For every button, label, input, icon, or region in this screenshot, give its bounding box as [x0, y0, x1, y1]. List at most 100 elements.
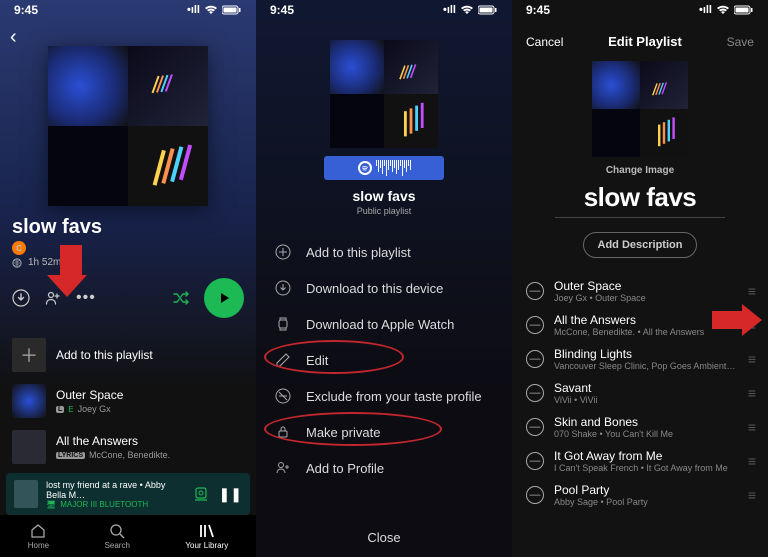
song-title: All the Answers: [554, 313, 738, 327]
option-download-device[interactable]: Download to this device: [256, 270, 512, 306]
close-button[interactable]: Close: [256, 530, 512, 545]
drag-handle-icon[interactable]: ≡: [748, 487, 754, 503]
nav-search[interactable]: Search: [105, 522, 130, 550]
plus-circle-icon: [274, 244, 292, 260]
song-subtitle: I Can't Speak French • It Got Away from …: [554, 463, 738, 473]
spotify-logo-icon: [358, 161, 372, 175]
minus-circle-icon: [274, 388, 292, 404]
home-icon: [29, 522, 47, 540]
change-image-button[interactable]: Change Image: [512, 165, 768, 176]
add-to-playlist-row[interactable]: ＋ Add to this playlist: [0, 332, 256, 378]
status-icons: •ıll: [187, 4, 242, 16]
status-bar: 9:45 •ıll: [512, 0, 768, 20]
drag-handle-icon[interactable]: ≡: [748, 419, 754, 435]
status-bar: 9:45 •ıll: [0, 0, 256, 20]
option-add-to-playlist[interactable]: Add to this playlist: [256, 234, 512, 270]
cancel-button[interactable]: Cancel: [526, 35, 563, 49]
song-row[interactable]: All the Answers LYRICS McCone, Benedikte.: [0, 424, 256, 470]
save-button[interactable]: Save: [727, 35, 754, 49]
song-title: Pool Party: [554, 483, 738, 497]
remove-icon[interactable]: —: [526, 282, 544, 300]
nav-home[interactable]: Home: [28, 522, 49, 550]
status-time: 9:45: [270, 3, 294, 17]
download-icon[interactable]: [12, 289, 30, 307]
option-add-to-profile[interactable]: Add to Profile: [256, 450, 512, 486]
lock-icon: [274, 424, 292, 440]
nav-library[interactable]: Your Library: [185, 522, 228, 550]
drag-handle-icon[interactable]: ≡: [748, 453, 754, 469]
input-underline: [555, 217, 725, 218]
drag-handle-icon[interactable]: ≡: [748, 283, 754, 299]
drag-handle-icon[interactable]: ≡: [748, 385, 754, 401]
spotify-code[interactable]: [324, 156, 444, 180]
playlist-title: slow favs: [12, 216, 256, 239]
playlist-duration-row: 1h 52m: [12, 257, 256, 268]
option-exclude-taste[interactable]: Exclude from your taste profile: [256, 378, 512, 414]
signal-icon: •ıll: [187, 4, 200, 16]
wifi-icon: [716, 5, 730, 15]
pencil-icon: [274, 352, 292, 368]
signal-icon: •ıll: [699, 4, 712, 16]
remove-icon[interactable]: —: [526, 384, 544, 402]
back-button[interactable]: ‹: [10, 26, 17, 49]
playlist-cover[interactable]: [592, 61, 688, 157]
remove-icon[interactable]: —: [526, 452, 544, 470]
song-row[interactable]: Outer Space LEJoey Gx: [0, 378, 256, 424]
status-time: 9:45: [526, 3, 550, 17]
playlist-subtitle: Public playlist: [256, 206, 512, 216]
add-description-button[interactable]: Add Description: [583, 232, 698, 258]
song-title: Skin and Bones: [554, 415, 738, 429]
devices-icon[interactable]: [193, 486, 209, 502]
playlist-cover[interactable]: [48, 46, 208, 206]
edit-header: Cancel Edit Playlist Save: [512, 20, 768, 49]
song-thumb: [12, 384, 46, 418]
annotation-arrow: [56, 245, 86, 295]
song-thumb: [12, 430, 46, 464]
edit-song-row[interactable]: —Outer SpaceJoey Gx • Outer Space≡: [512, 274, 768, 308]
song-title: Outer Space: [554, 279, 738, 293]
playlist-meta: C: [12, 241, 256, 255]
remove-icon[interactable]: —: [526, 486, 544, 504]
song-title: All the Answers: [56, 434, 170, 448]
person-plus-icon: [274, 460, 292, 476]
playlist-view-screen: 9:45 •ıll ‹ slow favs C 1h 52m: [0, 0, 256, 557]
wifi-icon: [460, 5, 474, 15]
song-subtitle: ViVii • ViVii: [554, 395, 738, 405]
watch-icon: [274, 316, 292, 332]
now-playing-bar[interactable]: lost my friend at a rave • Abby Bella M……: [6, 473, 250, 515]
song-title: It Got Away from Me: [554, 449, 738, 463]
option-edit[interactable]: Edit: [256, 342, 512, 378]
edit-playlist-screen: 9:45 •ıll Cancel Edit Playlist Save Chan…: [512, 0, 768, 557]
now-playing-title: lost my friend at a rave: [46, 480, 137, 490]
remove-icon[interactable]: —: [526, 418, 544, 436]
lyrics-badge: LYRICS: [56, 452, 85, 459]
edit-song-row[interactable]: — SavantViVii • ViVii ≡: [512, 376, 768, 410]
song-subtitle: Vancouver Sleep Clinic, Pop Goes Ambient…: [554, 361, 738, 371]
option-make-private[interactable]: Make private: [256, 414, 512, 450]
song-subtitle: 070 Shake • You Can't Kill Me: [554, 429, 738, 439]
status-icons: •ıll: [443, 4, 498, 16]
play-button[interactable]: [204, 278, 244, 318]
edit-song-row[interactable]: —Blinding LightsVancouver Sleep Clinic, …: [512, 342, 768, 376]
options-list: Add to this playlist Download to this de…: [256, 234, 512, 486]
song-title: Savant: [554, 381, 738, 395]
pause-button[interactable]: ❚❚: [219, 486, 242, 503]
edit-song-row[interactable]: — Skin and Bones070 Shake • You Can't Kil…: [512, 410, 768, 444]
status-time: 9:45: [14, 3, 38, 17]
edit-song-row[interactable]: — It Got Away from MeI Can't Speak French…: [512, 444, 768, 478]
creator-avatar[interactable]: C: [12, 241, 26, 255]
song-artist: McCone, Benedikte.: [89, 450, 170, 460]
remove-icon[interactable]: —: [526, 350, 544, 368]
now-playing-device: MAJOR III BLUETOOTH: [60, 500, 148, 509]
remove-icon[interactable]: —: [526, 316, 544, 334]
song-subtitle: McCone, Benedikte. • All the Answers: [554, 327, 738, 337]
bluetooth-icon: 🖥: [46, 500, 56, 509]
edit-song-row[interactable]: — Pool PartyAbby Sage • Pool Party ≡: [512, 478, 768, 512]
playlist-name-input[interactable]: slow favs: [512, 182, 768, 213]
annotation-arrow: [712, 305, 766, 335]
option-download-watch[interactable]: Download to Apple Watch: [256, 306, 512, 342]
drag-handle-icon[interactable]: ≡: [748, 351, 754, 367]
shuffle-icon[interactable]: [172, 289, 190, 307]
playlist-options-screen: 9:45 •ıll slow favs Public playlist Add …: [256, 0, 512, 557]
song-subtitle: Abby Sage • Pool Party: [554, 497, 738, 507]
